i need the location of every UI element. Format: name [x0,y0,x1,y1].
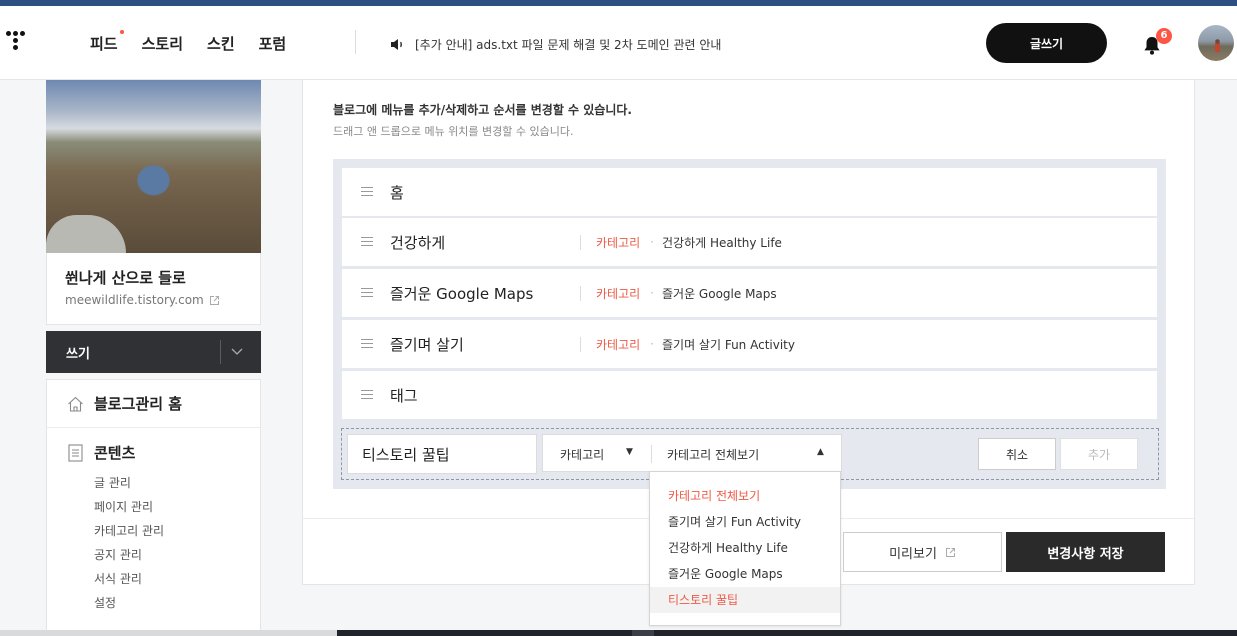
target-select-value[interactable]: 카테고리 전체보기 [667,446,759,463]
row-divider [580,337,581,352]
sidebar-write-button[interactable]: 쓰기 [46,331,261,373]
menu-target: 즐거운 Google Maps [662,286,777,301]
nav-feed[interactable]: 피드 [90,30,124,54]
dropdown-option[interactable]: 티스토리 꿀팁 [650,587,840,613]
home-icon [68,396,83,412]
menu-type: 카테고리 [596,286,641,301]
sidebar-item-posts[interactable]: 글 관리 [94,471,260,495]
menu-type: 카테고리 [596,235,641,250]
global-nav-bar: 피드 스토리 스킨 포럼 [추가 안내] ads.txt 파일 문제 해결 및 … [0,6,1237,80]
save-changes-button[interactable]: 변경사항 저장 [1006,532,1165,572]
drag-handle-icon[interactable] [361,390,373,400]
menu-row-home[interactable]: 홈 [342,168,1157,217]
cancel-button[interactable]: 취소 [978,438,1056,470]
sidebar-item-admin-home[interactable]: 블로그관리 홈 [47,380,260,428]
sidebar-menu: 블로그관리 홈 콘텐츠 글 관리 페이지 관리 카테고리 관리 공지 관리 서식… [46,379,261,636]
rock-shape [46,215,126,253]
add-button[interactable]: 추가 [1060,438,1138,470]
sidebar-item-categories[interactable]: 카테고리 관리 [94,519,260,543]
category-dropdown: 카테고리 전체보기 즐기며 살기 Fun Activity 건강하게 Healt… [649,471,841,626]
blog-url-text: meewildlife.tistory.com [65,293,204,307]
chevron-down-icon[interactable] [231,348,243,356]
notice-text: [추가 안내] ads.txt 파일 문제 해결 및 2차 도메인 관련 안내 [415,38,722,52]
menu-title: 건강하게 [390,233,446,252]
sidebar-home-label: 블로그관리 홈 [94,395,183,413]
bottom-bar-segment [632,630,654,636]
dropdown-option[interactable]: 카테고리 전체보기 [650,483,840,509]
menu-title: 홈 [390,183,404,202]
nav-story[interactable]: 스토리 [142,33,183,54]
write-divider [220,340,221,364]
drag-handle-icon[interactable] [361,339,373,349]
preview-label: 미리보기 [889,546,937,562]
menu-target: 즐기며 살기 Fun Activity [662,337,795,352]
description-secondary: 드래그 앤 드롭으로 메뉴 위치를 변경할 수 있습니다. [333,125,574,138]
dropdown-option[interactable]: 즐거운 Google Maps [650,561,840,587]
separator-dot: · [650,337,654,351]
select-divider [651,445,652,463]
row-divider [580,286,581,301]
drag-handle-icon[interactable] [361,237,373,247]
description-primary: 블로그에 메뉴를 추가/삭제하고 순서를 변경할 수 있습니다. [333,103,632,117]
external-link-icon [209,295,219,305]
notification-badge: 6 [1156,28,1172,44]
dropdown-option[interactable]: 즐기며 살기 Fun Activity [650,509,840,535]
nav-forum[interactable]: 포럼 [259,33,287,54]
menu-name-input[interactable]: 티스토리 꿀팁 [347,434,537,474]
menu-row-healthy[interactable]: 건강하게 카테고리 · 건강하게 Healthy Life [342,218,1157,267]
blog-cover-image[interactable] [46,80,261,253]
blog-name[interactable]: 쒼나게 산으로 들로 [65,267,260,288]
document-icon [68,443,83,462]
drag-handle-icon[interactable] [361,187,373,197]
main-nav: 피드 스토리 스킨 포럼 [90,30,287,54]
user-avatar[interactable] [1198,25,1234,61]
nav-skin[interactable]: 스킨 [207,33,235,54]
sidebar-item-settings[interactable]: 설정 [94,591,260,615]
content-title-label: 콘텐츠 [94,444,136,462]
blog-url-link[interactable]: meewildlife.tistory.com [65,293,260,307]
caret-down-icon[interactable]: ▼ [626,447,633,457]
menu-target: 건강하게 Healthy Life [662,235,782,250]
menu-list: 홈 건강하게 카테고리 · 건강하게 Healthy Life 즐거운 Goog… [333,159,1166,489]
write-post-button[interactable]: 글쓰기 [986,23,1107,63]
nav-divider [355,30,356,54]
external-link-icon [945,547,955,557]
menu-row-fun[interactable]: 즐기며 살기 카테고리 · 즐기며 살기 Fun Activity [342,320,1157,369]
menu-title: 즐기며 살기 [390,335,464,354]
new-dot-icon [119,30,124,34]
menu-title: 태그 [390,386,418,405]
menu-row-google-maps[interactable]: 즐거운 Google Maps 카테고리 · 즐거운 Google Maps [342,269,1157,318]
menu-type: 카테고리 [596,337,641,352]
row-divider [580,235,581,250]
blog-info-card: 쒼나게 산으로 들로 meewildlife.tistory.com [46,253,261,325]
type-select-value[interactable]: 카테고리 [560,446,604,463]
sidebar-section-content: 콘텐츠 글 관리 페이지 관리 카테고리 관리 공지 관리 서식 관리 설정 [47,428,260,615]
tistory-logo-icon[interactable] [6,28,32,54]
sidebar-item-notices[interactable]: 공지 관리 [94,543,260,567]
sidebar-write-label: 쓰기 [66,346,90,362]
separator-dot: · [650,235,654,249]
sidebar-item-templates[interactable]: 서식 관리 [94,567,260,591]
drag-handle-icon[interactable] [361,288,373,298]
menu-title: 즐거운 Google Maps [390,284,534,303]
preview-button[interactable]: 미리보기 [843,532,1002,572]
sidebar-content-items: 글 관리 페이지 관리 카테고리 관리 공지 관리 서식 관리 설정 [94,471,260,615]
caret-up-icon[interactable]: ▲ [817,447,824,457]
sidebar-content-title[interactable]: 콘텐츠 [67,442,260,463]
speaker-icon [391,39,402,50]
sidebar-item-pages[interactable]: 페이지 관리 [94,495,260,519]
notice-link[interactable]: [추가 안내] ads.txt 파일 문제 해결 및 2차 도메인 관련 안내 [390,36,721,53]
menu-type-select[interactable]: 카테고리 ▼ 카테고리 전체보기 ▲ [542,434,842,472]
dropdown-option[interactable]: 건강하게 Healthy Life [650,535,840,561]
separator-dot: · [650,286,654,300]
menu-row-tag[interactable]: 태그 [342,371,1157,420]
bottom-dark-bar [337,630,1237,636]
